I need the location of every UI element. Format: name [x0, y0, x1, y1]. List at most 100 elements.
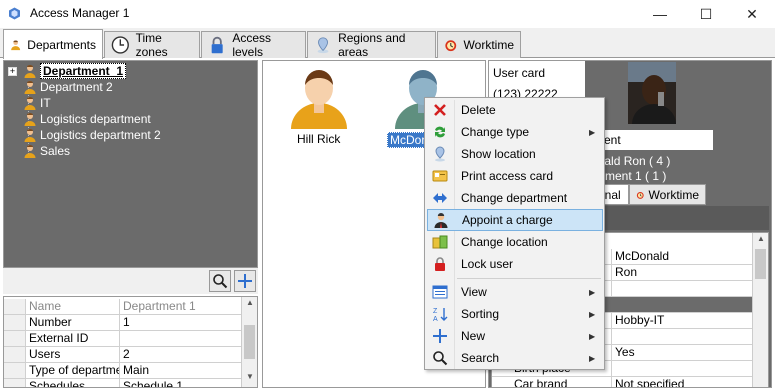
- person-icon: [24, 145, 36, 158]
- location-pin-icon: [435, 146, 445, 162]
- delete-icon: [434, 104, 446, 116]
- detail-value: McDonald: [615, 249, 670, 263]
- menu-item-label: Search: [461, 351, 500, 365]
- property-row[interactable]: Schedules Schedule 1: [4, 379, 242, 388]
- person-icon: [24, 65, 36, 78]
- user-name[interactable]: Hill Rick: [297, 132, 340, 146]
- menu-item-label: Delete: [461, 103, 496, 117]
- change-location-icon: [432, 235, 448, 249]
- view-icon: [432, 285, 448, 299]
- minimize-button[interactable]: —: [637, 0, 683, 28]
- tab-label: Worktime: [648, 187, 699, 202]
- user-photo: [628, 62, 676, 124]
- submenu-arrow-icon: ▶: [589, 353, 596, 363]
- menu-item-change-type[interactable]: Change type ▶: [427, 121, 603, 143]
- menu-item-label: Sorting: [461, 307, 500, 321]
- property-value: [120, 331, 242, 346]
- map-pin-icon: [317, 37, 329, 54]
- plus-icon: [238, 274, 252, 288]
- property-row[interactable]: Users 2: [4, 347, 242, 363]
- property-key: Type of departmer: [26, 363, 120, 378]
- detail-value: Hobby-IT: [615, 313, 665, 327]
- svg-text:A: A: [433, 316, 438, 322]
- person-icon: [24, 113, 36, 126]
- menu-item-lock-user[interactable]: Lock user: [427, 253, 603, 275]
- tree-item[interactable]: IT: [24, 95, 51, 111]
- properties-scrollbar[interactable]: ▲ ▼: [241, 297, 257, 387]
- tab-access-levels[interactable]: Access levels: [201, 31, 306, 59]
- menu-item-change-location[interactable]: Change location: [427, 231, 603, 253]
- expand-icon[interactable]: +: [8, 66, 17, 76]
- add-button[interactable]: [234, 270, 256, 292]
- search-icon: [213, 274, 228, 289]
- menu-item-print-access-card[interactable]: Print access card: [427, 165, 603, 187]
- property-row[interactable]: Number 1: [4, 315, 242, 331]
- tab-label: Departments: [27, 37, 96, 52]
- property-value: Schedule 1: [123, 379, 184, 388]
- menu-item-delete[interactable]: Delete: [427, 99, 603, 121]
- tree-item[interactable]: Logistics department 2: [24, 127, 161, 143]
- tab-label: Worktime: [463, 38, 514, 52]
- detail-row[interactable]: Car brand Not specified: [492, 377, 754, 388]
- property-key: Users: [26, 347, 120, 362]
- menu-item-label: View: [461, 285, 487, 299]
- detail-value: Ron: [615, 265, 638, 279]
- menu-item-label: Change type: [461, 125, 530, 139]
- person-icon: [24, 97, 36, 110]
- scroll-thumb[interactable]: [244, 325, 255, 359]
- detail-value: Not specified: [615, 377, 685, 388]
- tree-item-label: IT: [40, 96, 51, 110]
- padlock-icon: [211, 36, 223, 54]
- tab-departments[interactable]: Departments: [3, 29, 103, 59]
- menu-item-search[interactable]: Search ▶: [427, 347, 603, 369]
- scroll-up-icon[interactable]: ▲: [242, 298, 257, 312]
- change-type-icon: [435, 126, 445, 138]
- stopwatch-icon: [636, 191, 644, 199]
- tree-item[interactable]: Sales: [24, 143, 70, 159]
- detail-value: [612, 281, 754, 296]
- tab-worktime[interactable]: Worktime: [437, 31, 521, 58]
- menu-item-appoint-a-charge[interactable]: Appoint a charge: [427, 209, 603, 231]
- tree-item[interactable]: Logistics department: [24, 111, 151, 127]
- property-row[interactable]: Name Department 1: [4, 299, 242, 315]
- stopwatch-icon: [445, 40, 457, 52]
- menu-item-label: Lock user: [461, 257, 514, 271]
- clock-icon: [111, 36, 129, 54]
- property-row[interactable]: External ID: [4, 331, 242, 347]
- scroll-thumb[interactable]: [755, 249, 766, 279]
- properties-grid[interactable]: Name Department 1 Number 1 External ID Use…: [3, 296, 258, 388]
- tree-item-root[interactable]: + Department_1: [8, 63, 127, 79]
- window-title: Access Manager 1: [30, 6, 130, 20]
- submenu-arrow-icon: ▶: [589, 287, 596, 297]
- property-row[interactable]: Type of departmer Main: [4, 363, 242, 379]
- tab-label: Access levels: [232, 31, 272, 59]
- search-icon: [433, 351, 448, 366]
- tree-item-label: Department 2: [40, 80, 113, 94]
- tab-bar: Departments Time zones Access levels Reg…: [0, 28, 775, 59]
- tree-item-label: Logistics department: [40, 112, 151, 126]
- department-field[interactable]: ment: [591, 130, 713, 150]
- tree-item[interactable]: Department 2: [24, 79, 113, 95]
- menu-item-view[interactable]: View ▶: [427, 281, 603, 303]
- person-icon: [11, 39, 21, 50]
- scroll-down-icon[interactable]: ▼: [242, 372, 257, 386]
- tab-worktime-details[interactable]: Worktime: [629, 184, 706, 205]
- lock-icon: [435, 257, 445, 271]
- charge-person-icon: [434, 213, 448, 228]
- maximize-button[interactable]: ☐: [683, 0, 729, 28]
- search-button[interactable]: [209, 270, 231, 292]
- user-avatar-hill-rick[interactable]: [289, 65, 349, 129]
- user-card-label: User card: [489, 61, 585, 85]
- menu-item-new[interactable]: New ▶: [427, 325, 603, 347]
- menu-item-show-location[interactable]: Show location: [427, 143, 603, 165]
- menu-item-sorting[interactable]: ZA Sorting ▶: [427, 303, 603, 325]
- close-button[interactable]: ✕: [729, 0, 775, 28]
- person-icon: [24, 129, 36, 142]
- details-scrollbar[interactable]: ▲: [752, 233, 768, 387]
- menu-item-change-department[interactable]: Change department: [427, 187, 603, 209]
- scroll-up-icon[interactable]: ▲: [753, 234, 768, 248]
- tab-regions-and-areas[interactable]: Regions and areas: [307, 31, 436, 59]
- tab-label: Regions and areas: [338, 31, 406, 59]
- tab-time-zones[interactable]: Time zones: [104, 31, 200, 59]
- tab-label: Time zones: [135, 31, 168, 59]
